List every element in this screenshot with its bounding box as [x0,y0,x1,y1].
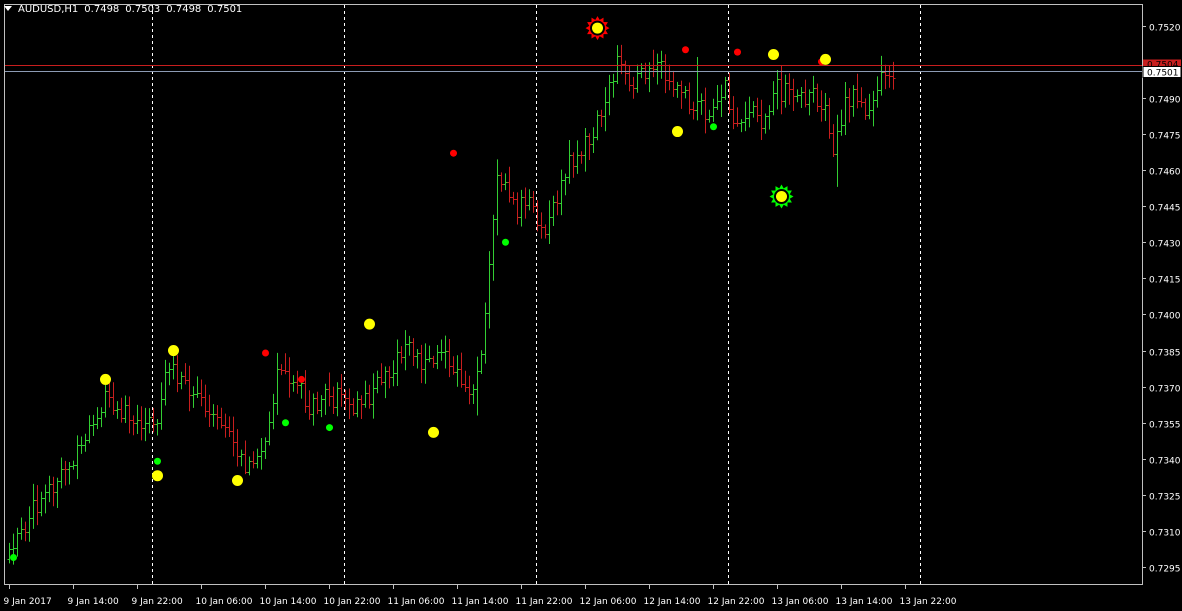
x-tick-label: 9 Jan 14:00 [68,597,120,607]
symbol-label: AUDUSD,H1 [18,4,79,15]
low-value: 0.7498 [166,4,202,15]
x-tick-label: 12 Jan 14:00 [644,597,701,607]
y-tick-label: 0.7475 [1149,132,1181,142]
pivot-marker-yellow [152,470,163,482]
pivot-marker-yellow [100,373,111,385]
ask-price-label: 0.7501 [1147,69,1179,79]
pivot-marker-yellow [428,426,439,438]
pivot-marker-yellow [820,53,831,65]
x-tick-label: 12 Jan 06:00 [580,597,637,607]
close-value: 0.7501 [207,4,243,15]
price-chart[interactable]: 0.75200.75050.74900.74750.74600.74450.74… [0,0,1182,611]
pivot-star-center [776,191,787,203]
pivot-marker-yellow [232,475,243,487]
plot-frame [4,4,1143,585]
y-tick-label: 0.7445 [1149,204,1181,214]
y-tick-label: 0.7430 [1149,240,1181,250]
pivot-marker-red [298,375,305,383]
pivot-marker-red [450,149,457,157]
x-tick-label: 13 Jan 06:00 [772,597,829,607]
y-tick-label: 0.7310 [1149,529,1181,539]
y-tick-label: 0.7460 [1149,168,1181,178]
pivot-marker-yellow [364,318,375,330]
y-tick-label: 0.7295 [1149,565,1181,575]
x-tick-label: 10 Jan 22:00 [324,597,381,607]
pivot-marker-green [326,424,333,432]
open-value: 0.7498 [84,4,120,15]
pivot-marker-green [10,554,17,562]
dropdown-triangle-icon[interactable] [4,5,12,11]
x-tick-label: 9 Jan 22:00 [132,597,184,607]
y-tick-label: 0.7520 [1149,24,1181,34]
x-tick-label: 12 Jan 22:00 [708,597,765,607]
x-tick-label: 13 Jan 22:00 [900,597,957,607]
pivot-marker-green [502,238,509,246]
pivot-marker-green [282,419,289,427]
y-tick-label: 0.7340 [1149,457,1181,467]
pivot-marker-red [734,48,741,56]
chart-window: 0.75200.75050.74900.74750.74600.74450.74… [0,0,1182,611]
pivot-marker-red [262,349,269,357]
pivot-marker-red [682,46,689,54]
y-tick-label: 0.7415 [1149,276,1181,286]
y-tick-label: 0.7325 [1149,493,1181,503]
x-tick-label: 11 Jan 06:00 [388,597,445,607]
pivot-marker-green [154,457,161,465]
chart-header: AUDUSD,H1 0.7498 0.7503 0.7498 0.7501 [4,3,248,17]
pivot-marker-yellow [768,49,779,61]
x-tick-label: 10 Jan 06:00 [196,597,253,607]
x-tick-label: 10 Jan 14:00 [260,597,317,607]
y-tick-label: 0.7355 [1149,421,1181,431]
x-tick-label: 13 Jan 14:00 [836,597,893,607]
y-tick-label: 0.7385 [1149,349,1181,359]
x-tick-label: 11 Jan 22:00 [516,597,573,607]
pivot-star-center [592,22,603,34]
pivot-marker-yellow [672,126,683,138]
y-tick-label: 0.7400 [1149,312,1181,322]
x-tick-label: 11 Jan 14:00 [452,597,509,607]
high-value: 0.7503 [125,4,161,15]
pivot-marker-yellow [168,345,179,357]
pivot-marker-green [710,123,717,131]
x-tick-label: 9 Jan 2017 [4,597,52,607]
y-tick-label: 0.7370 [1149,385,1181,395]
y-tick-label: 0.7490 [1149,96,1181,106]
